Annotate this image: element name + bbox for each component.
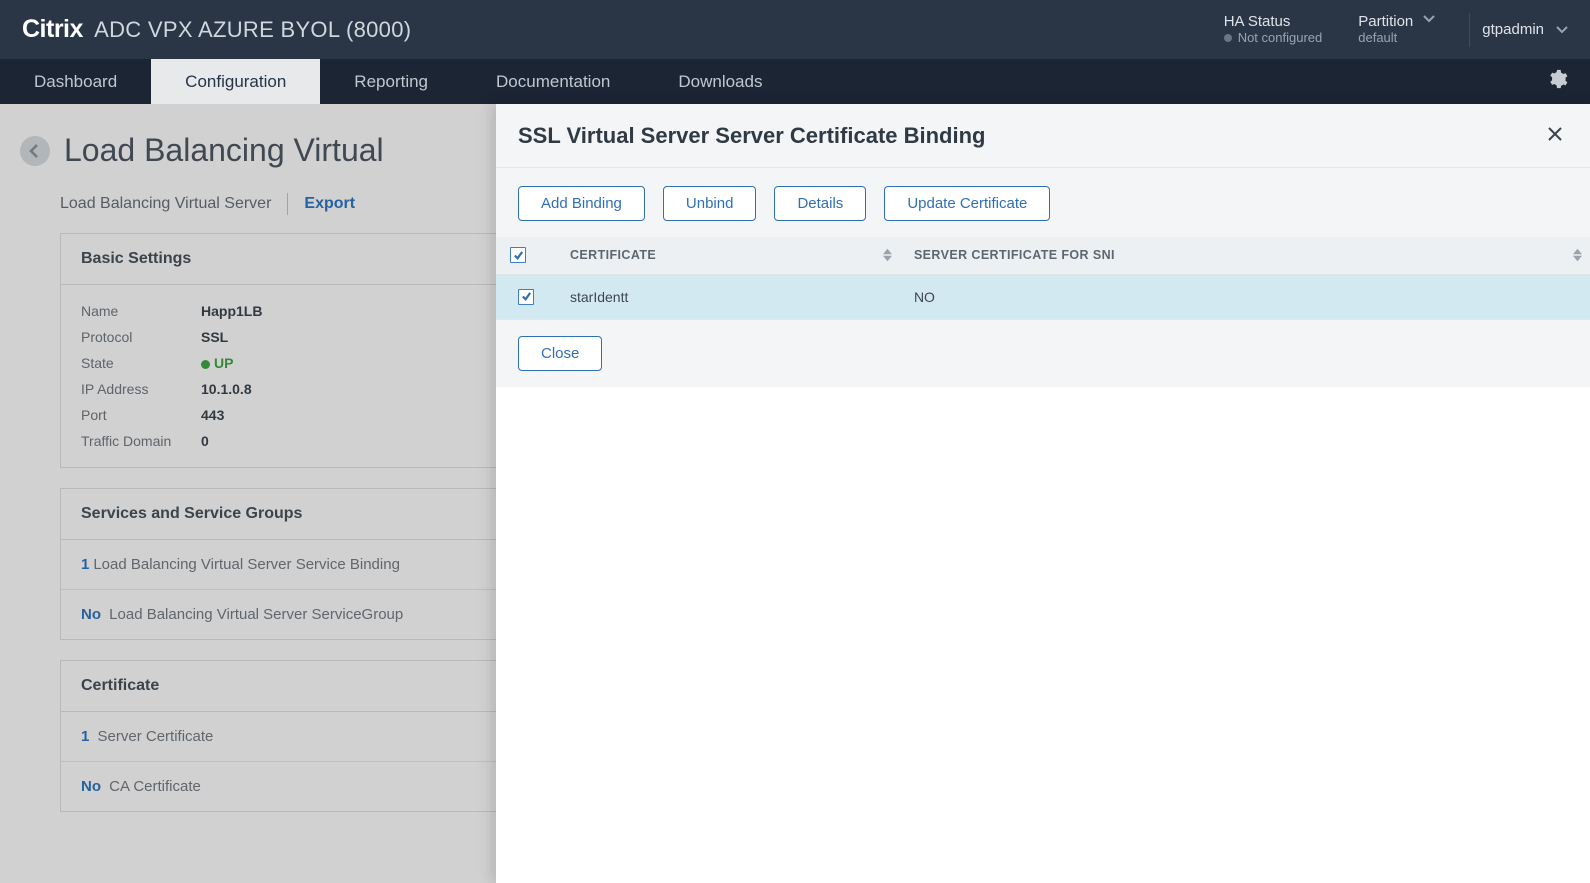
column-label: SERVER CERTIFICATE FOR SNI: [914, 248, 1115, 262]
ha-status-dot-icon: [1224, 34, 1232, 42]
count: 1: [81, 556, 89, 573]
chevron-down-icon: [1556, 24, 1568, 36]
label-traffic-domain: Traffic Domain: [81, 433, 201, 449]
label-state: State: [81, 355, 201, 371]
details-button[interactable]: Details: [774, 186, 866, 221]
breadcrumb-item: Load Balancing Virtual Server: [60, 195, 271, 213]
tab-downloads[interactable]: Downloads: [644, 59, 796, 104]
text: Server Certificate: [98, 728, 214, 745]
text: Load Balancing Virtual Server ServiceGro…: [109, 606, 403, 623]
update-certificate-button[interactable]: Update Certificate: [884, 186, 1050, 221]
partition-label: Partition: [1358, 13, 1413, 30]
slideover-title: SSL Virtual Server Server Certificate Bi…: [518, 123, 985, 149]
slideover-toolbar: Add Binding Unbind Details Update Certif…: [496, 168, 1590, 237]
status-dot-icon: [201, 360, 210, 369]
cell-sni: NO: [900, 274, 1590, 319]
label-ip: IP Address: [81, 381, 201, 397]
close-icon: [1548, 127, 1562, 141]
label-port: Port: [81, 407, 201, 423]
label-name: Name: [81, 303, 201, 319]
main-nav: Dashboard Configuration Reporting Docume…: [0, 59, 1590, 104]
ha-status-label: HA Status: [1224, 13, 1323, 30]
close-button[interactable]: Close: [518, 336, 602, 371]
count: No: [81, 778, 101, 795]
cert-binding-table: CERTIFICATE SERVER CERTIFICATE FOR SNI s…: [496, 237, 1590, 319]
partition-value: default: [1358, 31, 1413, 46]
brand-strong: Citrix: [22, 15, 83, 43]
back-button[interactable]: [20, 136, 50, 166]
partition-dropdown[interactable]: Partition default: [1358, 13, 1435, 45]
arrow-left-icon: [27, 143, 43, 159]
ha-status: HA Status Not configured: [1224, 13, 1323, 45]
ha-status-value: Not configured: [1238, 31, 1323, 46]
count: 1: [81, 728, 89, 745]
user-name: gtpadmin: [1482, 21, 1544, 38]
column-sni[interactable]: SERVER CERTIFICATE FOR SNI: [900, 237, 1590, 274]
row-checkbox[interactable]: [518, 289, 534, 305]
brand-rest: ADC VPX AZURE BYOL (8000): [94, 17, 411, 42]
column-certificate[interactable]: CERTIFICATE: [556, 237, 900, 274]
tab-documentation[interactable]: Documentation: [462, 59, 644, 104]
divider: [287, 193, 288, 215]
divider: [1469, 13, 1470, 47]
page-title-text: Load Balancing Virtual: [64, 132, 384, 169]
count: No: [81, 606, 101, 623]
chevron-down-icon: [1423, 13, 1435, 25]
sort-icon: [883, 249, 892, 262]
check-icon: [513, 250, 524, 261]
settings-button[interactable]: [1546, 68, 1568, 95]
tab-configuration[interactable]: Configuration: [151, 59, 320, 104]
add-binding-button[interactable]: Add Binding: [518, 186, 645, 221]
cell-certificate: starIdentt: [556, 274, 900, 319]
value-state: UP: [214, 355, 233, 371]
check-icon: [521, 291, 532, 302]
slideover-header: SSL Virtual Server Server Certificate Bi…: [496, 104, 1590, 168]
unbind-button[interactable]: Unbind: [663, 186, 757, 221]
column-select-all[interactable]: [496, 237, 556, 274]
topbar: Citrix ADC VPX AZURE BYOL (8000) HA Stat…: [0, 0, 1590, 59]
label-protocol: Protocol: [81, 329, 201, 345]
table-row[interactable]: starIdentt NO: [496, 274, 1590, 319]
export-link[interactable]: Export: [304, 195, 355, 213]
slideover-cert-binding: SSL Virtual Server Server Certificate Bi…: [496, 104, 1590, 883]
column-label: CERTIFICATE: [570, 248, 656, 262]
tab-reporting[interactable]: Reporting: [320, 59, 462, 104]
tab-dashboard[interactable]: Dashboard: [0, 59, 151, 104]
select-all-checkbox[interactable]: [510, 247, 526, 263]
sort-icon: [1573, 249, 1582, 262]
close-button[interactable]: [1542, 120, 1568, 151]
product-title: Citrix ADC VPX AZURE BYOL (8000): [22, 15, 411, 44]
gear-icon: [1546, 68, 1568, 90]
user-menu[interactable]: gtpadmin: [1482, 21, 1568, 38]
text: Load Balancing Virtual Server Service Bi…: [93, 556, 400, 573]
text: CA Certificate: [109, 778, 201, 795]
